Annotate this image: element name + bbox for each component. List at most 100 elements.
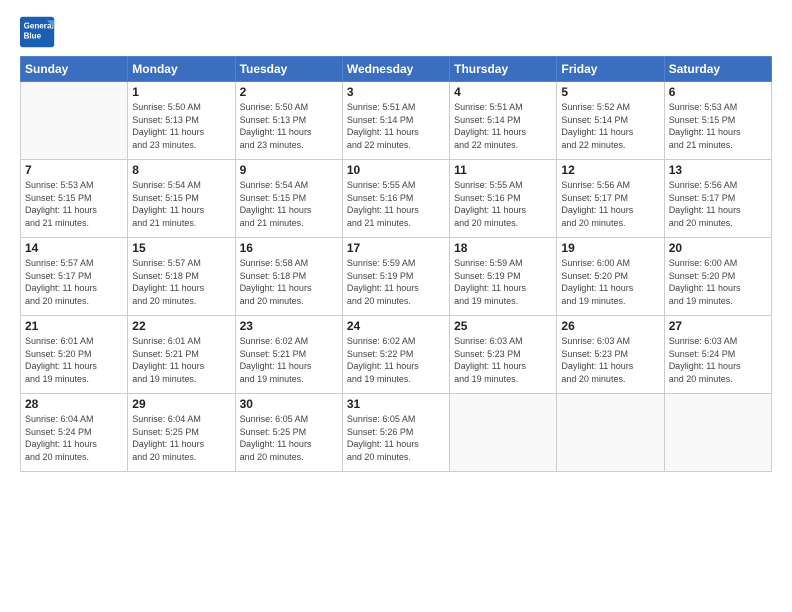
- day-number: 11: [454, 163, 552, 177]
- day-info: Sunrise: 5:50 AMSunset: 5:13 PMDaylight:…: [132, 101, 230, 151]
- day-number: 27: [669, 319, 767, 333]
- day-number: 21: [25, 319, 123, 333]
- day-number: 2: [240, 85, 338, 99]
- day-info: Sunrise: 5:55 AMSunset: 5:16 PMDaylight:…: [454, 179, 552, 229]
- day-info: Sunrise: 5:53 AMSunset: 5:15 PMDaylight:…: [25, 179, 123, 229]
- day-number: 1: [132, 85, 230, 99]
- day-cell: [557, 394, 664, 472]
- day-info: Sunrise: 5:51 AMSunset: 5:14 PMDaylight:…: [347, 101, 445, 151]
- day-cell: 25Sunrise: 6:03 AMSunset: 5:23 PMDayligh…: [450, 316, 557, 394]
- day-cell: 5 Sunrise: 5:52 AMSunset: 5:14 PMDaylight…: [557, 82, 664, 160]
- day-info: Sunrise: 5:54 AMSunset: 5:15 PMDaylight:…: [132, 179, 230, 229]
- day-info: Sunrise: 5:56 AMSunset: 5:17 PMDaylight:…: [561, 179, 659, 229]
- day-number: 10: [347, 163, 445, 177]
- day-cell: [664, 394, 771, 472]
- week-row-0: 1 Sunrise: 5:50 AMSunset: 5:13 PMDaylight…: [21, 82, 772, 160]
- day-info: Sunrise: 6:03 AMSunset: 5:23 PMDaylight:…: [561, 335, 659, 385]
- day-cell: 15 Sunrise: 5:57 AMSunset: 5:18 PMDayligh…: [128, 238, 235, 316]
- day-cell: 19 Sunrise: 6:00 AMSunset: 5:20 PMDayligh…: [557, 238, 664, 316]
- day-number: 13: [669, 163, 767, 177]
- day-number: 3: [347, 85, 445, 99]
- day-cell: 21Sunrise: 6:01 AMSunset: 5:20 PMDayligh…: [21, 316, 128, 394]
- day-number: 25: [454, 319, 552, 333]
- day-number: 17: [347, 241, 445, 255]
- day-number: 5: [561, 85, 659, 99]
- day-info: Sunrise: 6:05 AMSunset: 5:26 PMDaylight:…: [347, 413, 445, 463]
- day-number: 23: [240, 319, 338, 333]
- day-cell: 29 Sunrise: 6:04 AMSunset: 5:25 PMDayligh…: [128, 394, 235, 472]
- logo-icon: General Blue: [20, 16, 56, 48]
- day-info: Sunrise: 6:04 AMSunset: 5:25 PMDaylight:…: [132, 413, 230, 463]
- day-info: Sunrise: 5:52 AMSunset: 5:14 PMDaylight:…: [561, 101, 659, 151]
- day-cell: 7 Sunrise: 5:53 AMSunset: 5:15 PMDaylight…: [21, 160, 128, 238]
- day-info: Sunrise: 6:04 AMSunset: 5:24 PMDaylight:…: [25, 413, 123, 463]
- header-cell-saturday: Saturday: [664, 57, 771, 82]
- day-number: 18: [454, 241, 552, 255]
- day-info: Sunrise: 5:54 AMSunset: 5:15 PMDaylight:…: [240, 179, 338, 229]
- day-number: 31: [347, 397, 445, 411]
- day-info: Sunrise: 5:57 AMSunset: 5:17 PMDaylight:…: [25, 257, 123, 307]
- day-info: Sunrise: 5:57 AMSunset: 5:18 PMDaylight:…: [132, 257, 230, 307]
- day-cell: 3 Sunrise: 5:51 AMSunset: 5:14 PMDaylight…: [342, 82, 449, 160]
- day-info: Sunrise: 5:51 AMSunset: 5:14 PMDaylight:…: [454, 101, 552, 151]
- day-number: 15: [132, 241, 230, 255]
- day-number: 12: [561, 163, 659, 177]
- day-number: 20: [669, 241, 767, 255]
- day-cell: 6Sunrise: 5:53 AMSunset: 5:15 PMDaylight…: [664, 82, 771, 160]
- day-info: Sunrise: 5:56 AMSunset: 5:17 PMDaylight:…: [669, 179, 767, 229]
- day-cell: 2 Sunrise: 5:50 AMSunset: 5:13 PMDaylight…: [235, 82, 342, 160]
- day-cell: [450, 394, 557, 472]
- day-info: Sunrise: 6:00 AMSunset: 5:20 PMDaylight:…: [561, 257, 659, 307]
- svg-text:Blue: Blue: [24, 31, 42, 40]
- header-cell-monday: Monday: [128, 57, 235, 82]
- header-cell-wednesday: Wednesday: [342, 57, 449, 82]
- day-info: Sunrise: 5:59 AMSunset: 5:19 PMDaylight:…: [454, 257, 552, 307]
- header-cell-sunday: Sunday: [21, 57, 128, 82]
- logo: General Blue: [20, 16, 56, 48]
- day-number: 19: [561, 241, 659, 255]
- day-info: Sunrise: 5:55 AMSunset: 5:16 PMDaylight:…: [347, 179, 445, 229]
- day-number: 4: [454, 85, 552, 99]
- day-cell: 10 Sunrise: 5:55 AMSunset: 5:16 PMDayligh…: [342, 160, 449, 238]
- day-info: Sunrise: 6:02 AMSunset: 5:22 PMDaylight:…: [347, 335, 445, 385]
- day-cell: 26 Sunrise: 6:03 AMSunset: 5:23 PMDayligh…: [557, 316, 664, 394]
- day-number: 7: [25, 163, 123, 177]
- day-number: 28: [25, 397, 123, 411]
- day-info: Sunrise: 6:01 AMSunset: 5:21 PMDaylight:…: [132, 335, 230, 385]
- day-number: 30: [240, 397, 338, 411]
- day-cell: 13 Sunrise: 5:56 AMSunset: 5:17 PMDayligh…: [664, 160, 771, 238]
- day-info: Sunrise: 5:59 AMSunset: 5:19 PMDaylight:…: [347, 257, 445, 307]
- day-cell: 30 Sunrise: 6:05 AMSunset: 5:25 PMDayligh…: [235, 394, 342, 472]
- day-cell: 4 Sunrise: 5:51 AMSunset: 5:14 PMDaylight…: [450, 82, 557, 160]
- day-info: Sunrise: 5:50 AMSunset: 5:13 PMDaylight:…: [240, 101, 338, 151]
- day-cell: 9Sunrise: 5:54 AMSunset: 5:15 PMDaylight…: [235, 160, 342, 238]
- week-row-1: 7 Sunrise: 5:53 AMSunset: 5:15 PMDaylight…: [21, 160, 772, 238]
- calendar-page: General Blue SundayMondayTuesdayWednesda…: [0, 0, 792, 612]
- header-cell-thursday: Thursday: [450, 57, 557, 82]
- header: General Blue: [20, 16, 772, 48]
- day-number: 29: [132, 397, 230, 411]
- day-cell: 23Sunrise: 6:02 AMSunset: 5:21 PMDayligh…: [235, 316, 342, 394]
- day-number: 24: [347, 319, 445, 333]
- day-info: Sunrise: 6:05 AMSunset: 5:25 PMDaylight:…: [240, 413, 338, 463]
- week-row-2: 14Sunrise: 5:57 AMSunset: 5:17 PMDayligh…: [21, 238, 772, 316]
- day-info: Sunrise: 6:00 AMSunset: 5:20 PMDaylight:…: [669, 257, 767, 307]
- day-cell: 16Sunrise: 5:58 AMSunset: 5:18 PMDayligh…: [235, 238, 342, 316]
- day-cell: 8Sunrise: 5:54 AMSunset: 5:15 PMDaylight…: [128, 160, 235, 238]
- day-cell: 24 Sunrise: 6:02 AMSunset: 5:22 PMDayligh…: [342, 316, 449, 394]
- day-cell: 14Sunrise: 5:57 AMSunset: 5:17 PMDayligh…: [21, 238, 128, 316]
- calendar-table: SundayMondayTuesdayWednesdayThursdayFrid…: [20, 56, 772, 472]
- day-cell: 17 Sunrise: 5:59 AMSunset: 5:19 PMDayligh…: [342, 238, 449, 316]
- header-row: SundayMondayTuesdayWednesdayThursdayFrid…: [21, 57, 772, 82]
- day-number: 26: [561, 319, 659, 333]
- week-row-3: 21Sunrise: 6:01 AMSunset: 5:20 PMDayligh…: [21, 316, 772, 394]
- day-info: Sunrise: 6:03 AMSunset: 5:24 PMDaylight:…: [669, 335, 767, 385]
- header-cell-tuesday: Tuesday: [235, 57, 342, 82]
- header-cell-friday: Friday: [557, 57, 664, 82]
- day-cell: 18 Sunrise: 5:59 AMSunset: 5:19 PMDayligh…: [450, 238, 557, 316]
- day-number: 6: [669, 85, 767, 99]
- day-cell: [21, 82, 128, 160]
- day-number: 16: [240, 241, 338, 255]
- day-cell: 1 Sunrise: 5:50 AMSunset: 5:13 PMDaylight…: [128, 82, 235, 160]
- day-cell: 27 Sunrise: 6:03 AMSunset: 5:24 PMDayligh…: [664, 316, 771, 394]
